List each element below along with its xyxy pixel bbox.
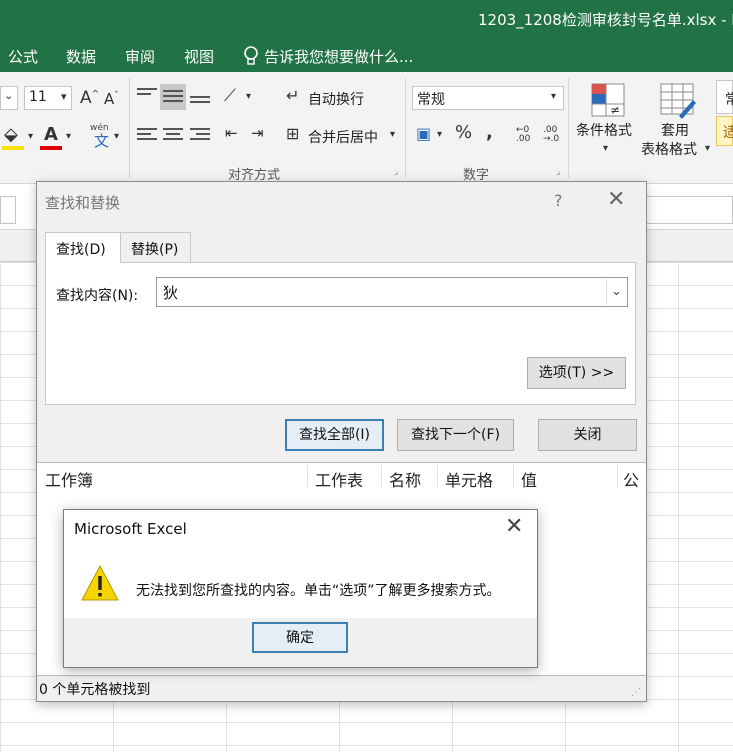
tab-review[interactable]: 审阅 xyxy=(125,46,155,67)
percent-style-button[interactable]: % xyxy=(455,124,472,142)
decrease-font-icon[interactable]: Aˇ xyxy=(104,92,119,107)
close-icon[interactable]: ✕ xyxy=(505,514,523,539)
comma-style-button[interactable]: , xyxy=(486,124,493,142)
cell-style-neutral[interactable]: 适 xyxy=(716,116,733,146)
separator xyxy=(129,78,130,178)
align-middle-selected[interactable] xyxy=(160,84,186,110)
name-box[interactable] xyxy=(0,196,16,224)
tab-replace[interactable]: 替换(P) xyxy=(121,232,191,263)
orientation-icon[interactable]: ⟋ xyxy=(224,88,236,105)
decrease-indent-icon[interactable]: ⇤ xyxy=(225,126,238,141)
find-next-button[interactable]: 查找下一个(F) xyxy=(397,419,514,451)
tab-find[interactable]: 查找(D) xyxy=(45,232,121,263)
conditional-format-icon[interactable]: ≠ xyxy=(588,80,628,120)
chevron-down-icon: ▾ xyxy=(61,90,67,103)
close-icon[interactable]: ✕ xyxy=(607,187,625,212)
chevron-down-icon[interactable]: ▾ xyxy=(390,130,395,140)
separator xyxy=(381,465,382,487)
title-bar: 1203_1208检测审核封号名单.xlsx - Ex xyxy=(0,0,733,40)
message-box-title: Microsoft Excel xyxy=(74,520,187,538)
chevron-down-icon[interactable]: ▾ xyxy=(28,132,33,142)
font-size-value: 11 xyxy=(29,89,47,105)
chevron-down-icon[interactable]: ▾ xyxy=(603,144,608,154)
column-header-workbook[interactable]: 工作簿 xyxy=(45,467,93,491)
increase-font-icon[interactable]: A^ xyxy=(80,90,99,107)
chevron-down-icon[interactable]: ▾ xyxy=(437,130,442,140)
merge-center-button[interactable]: 合并后居中 xyxy=(308,127,378,147)
dialog-launcher-icon[interactable]: ⌟ xyxy=(394,168,398,177)
fill-color-swatch xyxy=(2,146,24,150)
column-header-sheet[interactable]: 工作表 xyxy=(315,467,363,491)
tab-view[interactable]: 视图 xyxy=(184,46,214,67)
format-as-table-icon[interactable] xyxy=(657,80,697,120)
wrap-text-button[interactable]: 自动换行 xyxy=(308,89,364,109)
increase-indent-icon[interactable]: ⇥ xyxy=(251,126,264,141)
chevron-down-icon: ▾ xyxy=(551,91,557,102)
message-text: 无法找到您所查找的内容。单击“选项”了解更多搜索方式。 xyxy=(136,583,501,599)
align-right-icon[interactable] xyxy=(190,128,210,144)
chevron-down-icon: ⌄ xyxy=(4,89,14,102)
separator xyxy=(307,465,308,487)
find-what-label: 查找内容(N): xyxy=(56,288,139,304)
cell-style-normal[interactable]: 常 xyxy=(716,80,733,114)
tell-me-search[interactable]: 告诉我您想要做什么... xyxy=(264,46,413,67)
resize-grip-icon[interactable]: ⋰ xyxy=(631,687,643,699)
separator xyxy=(617,465,618,487)
options-button[interactable]: 选项(T) >> xyxy=(527,357,626,389)
svg-text:≠: ≠ xyxy=(610,103,620,117)
ok-button[interactable]: 确定 xyxy=(252,622,348,653)
message-box-header: Microsoft Excel ✕ xyxy=(64,510,537,548)
number-format-value: 常规 xyxy=(417,92,445,108)
column-header-name[interactable]: 名称 xyxy=(389,467,421,491)
chevron-down-icon[interactable]: ▾ xyxy=(246,92,251,102)
align-center-icon[interactable] xyxy=(163,128,183,144)
conditional-format-button[interactable]: 条件格式 xyxy=(576,120,632,140)
close-button[interactable]: 关闭 xyxy=(538,419,637,451)
tab-data[interactable]: 数据 xyxy=(66,46,96,67)
separator xyxy=(437,465,438,487)
warning-icon xyxy=(81,564,119,601)
format-as-table-line2[interactable]: 表格格式 xyxy=(641,139,697,159)
align-bottom-icon[interactable] xyxy=(190,96,210,112)
font-color-swatch xyxy=(40,146,62,150)
ribbon: ⌄ 11 ▾ A^ Aˇ ⬙ ▾ A ▾ wén 文 ▾ ⟋ ▾ ↵ 自动换行 … xyxy=(0,72,733,184)
dialog-launcher-icon[interactable]: ⌟ xyxy=(556,168,560,177)
formula-input[interactable] xyxy=(646,196,733,224)
lightbulb-icon xyxy=(244,46,258,65)
chevron-down-icon[interactable]: ⌄ xyxy=(606,279,626,305)
font-size-box[interactable]: 11 ▾ xyxy=(24,86,72,110)
format-as-table-line1[interactable]: 套用 xyxy=(661,120,689,140)
find-what-input[interactable]: 狄 xyxy=(156,277,628,307)
increase-decimal-icon[interactable]: ←0.00 xyxy=(516,126,530,144)
column-header-value[interactable]: 值 xyxy=(521,467,537,491)
separator xyxy=(513,465,514,487)
message-box-body: 无法找到您所查找的内容。单击“选项”了解更多搜索方式。 xyxy=(64,548,537,618)
chevron-down-icon[interactable]: ▾ xyxy=(114,132,119,142)
message-box: Microsoft Excel ✕ 无法找到您所查找的内容。单击“选项”了解更多… xyxy=(63,509,538,668)
find-all-button[interactable]: 查找全部(I) xyxy=(285,419,384,451)
align-left-icon[interactable] xyxy=(137,128,157,144)
fill-color-icon[interactable]: ⬙ xyxy=(4,126,18,144)
chevron-down-icon[interactable]: ▾ xyxy=(705,144,710,154)
dialog-title: 查找和替换 xyxy=(45,194,121,212)
separator xyxy=(568,78,569,178)
find-tab-panel: 查找内容(N): 狄 ⌄ 选项(T) >> xyxy=(45,262,636,405)
separator xyxy=(405,78,406,178)
decrease-decimal-icon[interactable]: .00 →.0 xyxy=(543,126,559,144)
wrap-text-icon[interactable]: ↵ xyxy=(286,88,299,104)
tab-formulas[interactable]: 公式 xyxy=(8,46,38,67)
number-format-dropdown[interactable]: 常规 ▾ xyxy=(412,86,564,110)
accounting-format-icon[interactable]: ▣ xyxy=(416,126,431,142)
merge-center-icon[interactable]: ⊞ xyxy=(286,126,299,142)
ribbon-tabs: 公式 数据 审阅 视图 告诉我您想要做什么... xyxy=(0,40,733,72)
status-text: 0 个单元格被找到 xyxy=(39,682,151,698)
window-title: 1203_1208检测审核封号名单.xlsx - Ex xyxy=(478,11,733,29)
help-button[interactable]: ? xyxy=(554,191,563,210)
font-color-icon[interactable]: A xyxy=(44,126,58,144)
chevron-down-icon[interactable]: ▾ xyxy=(66,132,71,142)
column-header-formula[interactable]: 公 xyxy=(623,467,639,491)
column-header-cell[interactable]: 单元格 xyxy=(445,467,493,491)
align-top-icon[interactable] xyxy=(137,88,157,104)
phonetic-icon[interactable]: 文 xyxy=(94,134,109,149)
